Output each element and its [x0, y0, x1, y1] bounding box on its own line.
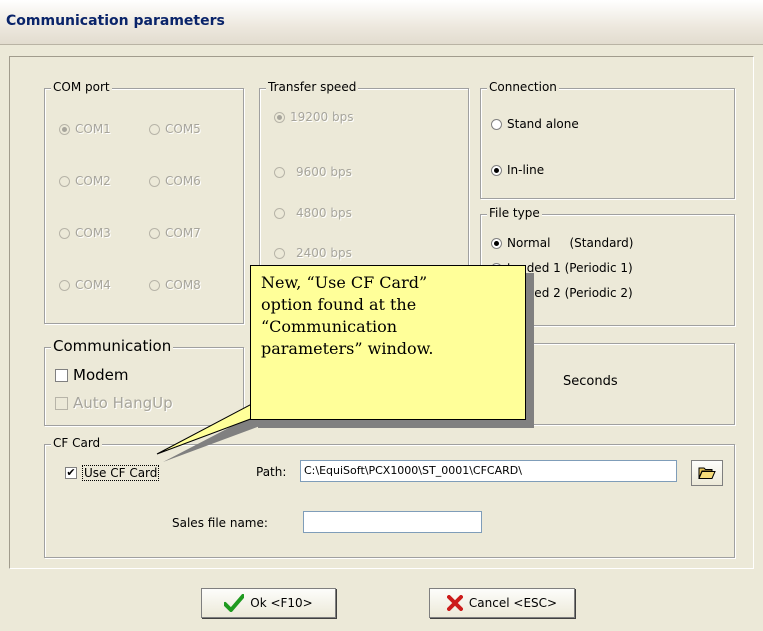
checkbox-box: ✔ — [65, 466, 77, 479]
radio-com2[interactable]: COM2 — [59, 174, 111, 188]
modem-checkbox[interactable]: Modem — [55, 366, 128, 384]
radio-button — [149, 175, 160, 187]
radio-9600[interactable]: 9600 bps — [274, 165, 352, 179]
x-icon — [446, 595, 463, 611]
seconds-label: Seconds — [563, 374, 618, 389]
radio-stand-alone[interactable]: Stand alone — [491, 117, 579, 131]
transfer-speed-legend: Transfer speed — [266, 80, 359, 94]
path-input[interactable]: C:\EquiSoft\PCX1000\ST_0001\CFCARD\ — [300, 460, 677, 482]
radio-button — [274, 166, 285, 178]
connection-group: Connection Stand alone In-line — [480, 80, 735, 199]
radio-button — [149, 123, 160, 135]
file-type-legend: File type — [487, 206, 542, 220]
sales-file-input[interactable] — [303, 511, 482, 533]
radio-button — [491, 118, 502, 130]
radio-button — [59, 279, 70, 291]
callout-line: “Communication — [261, 317, 398, 336]
radio-button — [491, 237, 502, 249]
sales-file-label: Sales file name: — [172, 516, 268, 530]
radio-com3[interactable]: COM3 — [59, 226, 111, 240]
folder-open-icon — [698, 467, 716, 479]
cf-card-group: CF Card ✔ Use CF Card Path: C:\EquiSoft\… — [44, 436, 735, 558]
radio-button — [59, 227, 70, 239]
radio-in-line[interactable]: In-line — [491, 163, 544, 177]
callout-note: New, “Use CF Card” option found at the “… — [250, 265, 526, 420]
radio-button — [149, 227, 160, 239]
radio-button — [274, 207, 285, 219]
com-port-legend: COM port — [51, 80, 112, 94]
radio-com8[interactable]: COM8 — [149, 278, 201, 292]
cancel-label: Cancel <ESC> — [468, 596, 558, 610]
callout-line: New, “Use CF Card” — [261, 273, 428, 292]
radio-com4[interactable]: COM4 — [59, 278, 111, 292]
connection-legend: Connection — [487, 80, 559, 94]
radio-button — [59, 175, 70, 187]
radio-button — [274, 111, 285, 123]
radio-com7[interactable]: COM7 — [149, 226, 201, 240]
use-cf-card-checkbox[interactable]: ✔ Use CF Card — [65, 465, 160, 481]
radio-button — [274, 247, 285, 259]
radio-4800[interactable]: 4800 bps — [274, 206, 352, 220]
browse-button[interactable] — [691, 460, 723, 486]
communication-legend: Communication — [51, 337, 174, 355]
radio-button — [59, 123, 70, 135]
ok-label: Ok <F10> — [250, 596, 313, 610]
ok-button[interactable]: Ok <F10> — [201, 588, 336, 618]
communication-group: Communication Modem Auto HangUp — [44, 337, 244, 426]
window-title: Communication parameters — [6, 13, 225, 29]
radio-com1[interactable]: COM1 — [59, 122, 111, 136]
auto-hangup-checkbox[interactable]: Auto HangUp — [55, 394, 173, 412]
radio-button — [491, 164, 502, 176]
radio-com6[interactable]: COM6 — [149, 174, 201, 188]
radio-com5[interactable]: COM5 — [149, 122, 201, 136]
radio-2400[interactable]: 2400 bps — [274, 246, 352, 260]
com-port-group: COM port COM1 COM5 COM2 COM6 COM3 COM7 C… — [44, 80, 244, 324]
cancel-button[interactable]: Cancel <ESC> — [429, 588, 575, 618]
radio-button — [149, 279, 160, 291]
radio-normal[interactable]: Normal (Standard) — [491, 236, 633, 250]
path-label: Path: — [256, 465, 287, 479]
callout-line: parameters” window. — [261, 339, 434, 358]
radio-19200[interactable]: 19200 bps — [274, 110, 353, 124]
title-bar: Communication parameters — [0, 0, 763, 45]
checkmark-icon — [224, 594, 245, 612]
checkbox-box — [55, 396, 68, 410]
callout-line: option found at the — [261, 295, 417, 314]
cf-card-legend: CF Card — [51, 436, 103, 450]
checkbox-box — [55, 368, 68, 382]
